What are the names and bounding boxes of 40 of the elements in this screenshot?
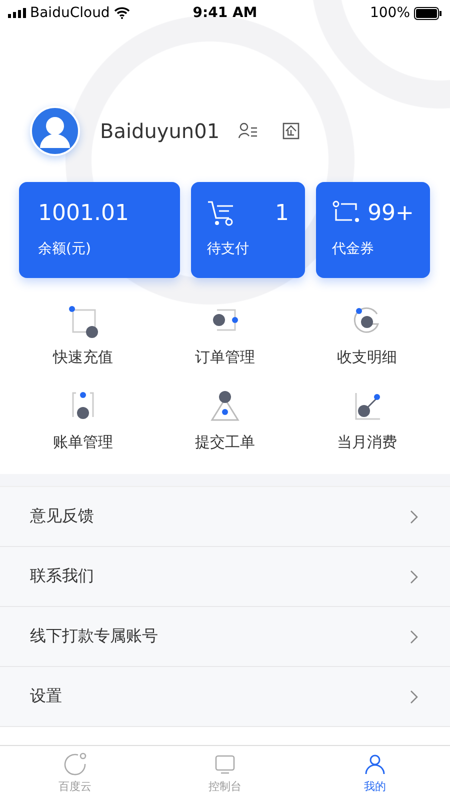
cloud-logo-icon [63,752,87,776]
summary-card[interactable]: 1001.01 余额(元) [19,182,180,278]
card-label: 余额(元) [38,240,92,258]
user-list-icon[interactable] [238,122,258,140]
chevron-icon [410,690,418,704]
menu-label: 设置 [30,686,62,707]
shortcut-label[interactable]: 订单管理 [195,348,255,367]
summary-card[interactable]: 1 待支付 [191,182,305,278]
shortcut-label[interactable]: 收支明细 [337,348,397,367]
carrier-name: BaiduCloud [30,5,110,21]
chevron-icon [410,630,418,644]
card-value: 99+ [368,200,414,226]
avatar-icon[interactable] [30,106,80,156]
card-label: 代金券 [332,240,375,258]
chevron-icon [410,510,418,524]
enterprise-icon[interactable] [282,122,300,140]
signal-icon [8,8,26,18]
shortcut-label[interactable]: 账单管理 [53,433,113,452]
battery-icon [414,6,442,20]
username: Baiduyun01 [100,119,220,143]
clock-time: 9:41 AM [192,5,258,21]
menu-label: 线下打款专属账号 [30,626,158,647]
user-icon [363,752,387,776]
summary-card[interactable]: 99+ 代金券 [316,182,430,278]
menu-row[interactable]: 联系我们 [0,547,450,607]
menu-label: 意见反馈 [30,506,94,527]
menu-row[interactable]: 线下打款专属账号 [0,607,450,667]
menu-row[interactable]: 意见反馈 [0,487,450,547]
shortcut-label[interactable]: 快速充值 [53,348,113,367]
shortcut-label[interactable]: 提交工单 [195,433,255,452]
shortcut-label[interactable]: 当月消费 [337,433,397,452]
card-label: 待支付 [207,240,250,258]
battery-percent: 100% [370,5,410,21]
wifi-icon [114,7,130,19]
menu-row[interactable]: 设置 [0,667,450,727]
tab-item[interactable]: 我的 [300,746,450,800]
card-value: 1001.01 [38,200,129,226]
menu-label: 联系我们 [30,566,94,587]
card-value: 1 [275,200,289,226]
chevron-icon [410,570,418,584]
